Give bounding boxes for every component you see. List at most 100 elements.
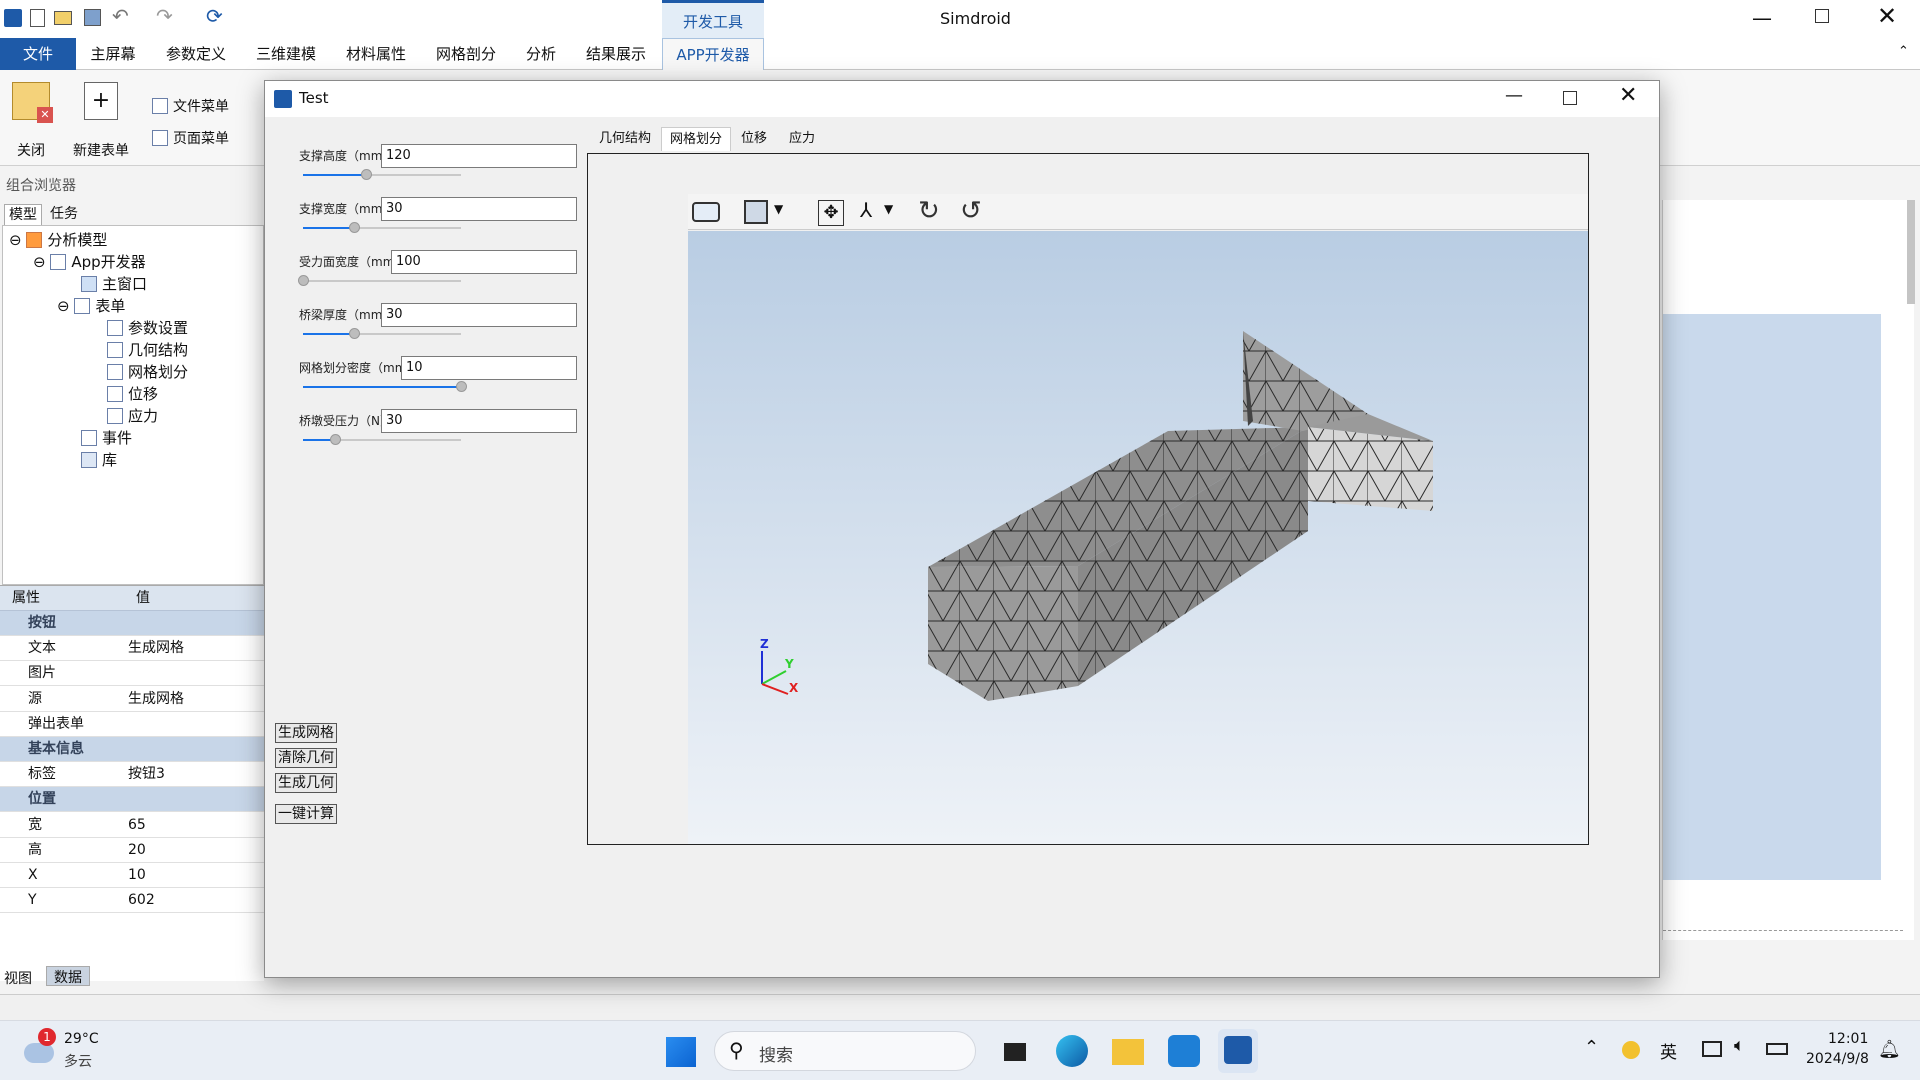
- property-row[interactable]: 宽 65: [0, 813, 264, 838]
- volume-icon[interactable]: 🔈︎: [1734, 1035, 1745, 1056]
- tab-meshing[interactable]: 网格划分: [661, 127, 732, 151]
- qat-refresh-icon[interactable]: ⟳: [206, 4, 223, 28]
- bottom-tab-view[interactable]: 视图: [4, 968, 32, 988]
- generate-mesh-button[interactable]: 生成网格: [275, 723, 337, 743]
- field-slider[interactable]: [303, 169, 461, 180]
- collapse-ribbon-icon[interactable]: ⌃: [1898, 44, 1909, 59]
- tree-item-library[interactable]: 库: [81, 449, 117, 471]
- qat-open-icon[interactable]: [54, 11, 72, 25]
- tab-displacement[interactable]: 位移: [733, 127, 775, 151]
- axes-icon[interactable]: ⅄: [860, 198, 872, 222]
- rotate-ccw-icon[interactable]: ↺: [960, 196, 982, 226]
- tree-item-param-settings[interactable]: 参数设置: [107, 317, 188, 339]
- simdroid-active-icon[interactable]: [1218, 1029, 1258, 1073]
- slider-thumb[interactable]: [298, 275, 309, 286]
- tray-overflow-icon[interactable]: ⌃: [1584, 1037, 1599, 1058]
- field-input[interactable]: 100: [391, 250, 577, 274]
- dialog-close-icon[interactable]: ✕: [1619, 83, 1637, 108]
- file-explorer-icon[interactable]: [1112, 1039, 1144, 1065]
- property-row[interactable]: 源 生成网格: [0, 687, 264, 712]
- qat-undo-icon[interactable]: ↶: [112, 4, 129, 28]
- field-slider[interactable]: [303, 434, 461, 445]
- view-cube-icon[interactable]: [744, 200, 768, 224]
- field-input[interactable]: 30: [381, 197, 577, 221]
- menu-material[interactable]: 材料属性: [338, 38, 414, 70]
- camera-icon[interactable]: [692, 202, 720, 222]
- axes-dropdown-icon[interactable]: ▼: [884, 202, 893, 216]
- close-icon[interactable]: ✕: [1877, 2, 1897, 30]
- page-menu-button[interactable]: 页面菜单: [152, 128, 229, 150]
- field-slider[interactable]: [303, 222, 461, 233]
- field-slider[interactable]: [303, 381, 467, 392]
- menu-home[interactable]: 主屏幕: [80, 38, 146, 70]
- fit-view-icon[interactable]: ✥: [818, 200, 844, 226]
- property-row[interactable]: 文本 生成网格: [0, 636, 264, 662]
- qat-new-icon[interactable]: [30, 9, 45, 27]
- menu-app-dev[interactable]: APP开发器: [662, 38, 764, 70]
- tab-model[interactable]: 模型: [4, 204, 42, 226]
- slider-thumb[interactable]: [361, 169, 373, 180]
- tab-stress[interactable]: 应力: [781, 127, 823, 151]
- qat-save-icon[interactable]: [84, 9, 101, 26]
- minimize-icon[interactable]: —: [1752, 6, 1772, 30]
- weather-temperature[interactable]: 29°C: [64, 1031, 99, 1047]
- dialog-maximize-icon[interactable]: [1563, 91, 1577, 105]
- menu-analysis[interactable]: 分析: [516, 38, 566, 70]
- tree-item-displacement[interactable]: 位移: [107, 383, 158, 405]
- tree-item-main-window[interactable]: 主窗口: [81, 273, 147, 295]
- edge-icon[interactable]: [1056, 1035, 1088, 1067]
- tab-task[interactable]: 任务: [50, 204, 78, 226]
- bottom-tab-data[interactable]: 数据: [46, 966, 90, 986]
- generate-geometry-button[interactable]: 生成几何: [275, 773, 337, 793]
- close-form-button[interactable]: ✕ 关闭: [6, 80, 56, 164]
- file-menu-button[interactable]: 文件菜单: [152, 96, 229, 118]
- tree-item-forms[interactable]: ⊖ 表单: [57, 295, 125, 317]
- dialog-minimize-icon[interactable]: —: [1505, 85, 1523, 106]
- slider-thumb[interactable]: [348, 328, 360, 339]
- notification-bell-icon[interactable]: 🔔︎: [1878, 1039, 1901, 1060]
- field-input[interactable]: 30: [381, 303, 577, 327]
- menu-meshing[interactable]: 网格剖分: [428, 38, 504, 70]
- field-input[interactable]: 120: [381, 144, 577, 168]
- slider-thumb[interactable]: [456, 381, 467, 392]
- tree-item-stress[interactable]: 应力: [107, 405, 158, 427]
- tree-item-app-developer[interactable]: ⊖ App开发器: [33, 251, 146, 273]
- property-row[interactable]: 弹出表单: [0, 712, 264, 737]
- simdroid-taskbar-icon[interactable]: [1168, 1035, 1200, 1067]
- workspace-scrollbar[interactable]: [1907, 200, 1915, 304]
- one-click-compute-button[interactable]: 一键计算: [275, 804, 337, 824]
- tree-item-analysis-model[interactable]: ⊖ 分析模型: [9, 229, 107, 251]
- menu-params[interactable]: 参数定义: [158, 38, 234, 70]
- start-icon[interactable]: [666, 1037, 696, 1067]
- property-row[interactable]: 高 20: [0, 838, 264, 863]
- property-row[interactable]: 标签 按钮3: [0, 762, 264, 788]
- tree-item-meshing[interactable]: 网格划分: [107, 361, 188, 383]
- property-row[interactable]: X 10: [0, 863, 264, 888]
- property-row[interactable]: 图片: [0, 661, 264, 687]
- clock-time[interactable]: 12:01: [1828, 1031, 1868, 1047]
- tree-item-geometry[interactable]: 几何结构: [107, 339, 188, 361]
- qat-redo-icon[interactable]: ↷: [156, 4, 173, 28]
- restore-icon[interactable]: [1815, 9, 1829, 23]
- view-cube-dropdown-icon[interactable]: ▼: [774, 202, 783, 216]
- network-icon[interactable]: [1702, 1041, 1722, 1057]
- search-box[interactable]: ⚲ 搜索: [714, 1031, 976, 1071]
- task-view-icon[interactable]: [1004, 1043, 1026, 1061]
- menu-results[interactable]: 结果展示: [578, 38, 654, 70]
- 3d-viewport[interactable]: Z Y X: [688, 231, 1588, 844]
- menu-3d-modeling[interactable]: 三维建模: [248, 38, 324, 70]
- tray-app-icon[interactable]: [1622, 1041, 1640, 1059]
- new-form-button[interactable]: + 新建表单: [66, 80, 136, 164]
- slider-thumb[interactable]: [348, 222, 360, 233]
- field-input[interactable]: 10: [401, 356, 577, 380]
- menu-file[interactable]: 文件: [0, 38, 76, 70]
- field-input[interactable]: 30: [381, 409, 577, 433]
- slider-thumb[interactable]: [329, 434, 341, 445]
- field-slider[interactable]: [303, 328, 461, 339]
- battery-icon[interactable]: [1766, 1043, 1788, 1055]
- clear-geometry-button[interactable]: 清除几何: [275, 748, 337, 768]
- field-slider[interactable]: [298, 275, 461, 286]
- property-row[interactable]: Y 602: [0, 888, 264, 914]
- tree-item-events[interactable]: 事件: [81, 427, 132, 449]
- tab-geometry[interactable]: 几何结构: [591, 127, 659, 151]
